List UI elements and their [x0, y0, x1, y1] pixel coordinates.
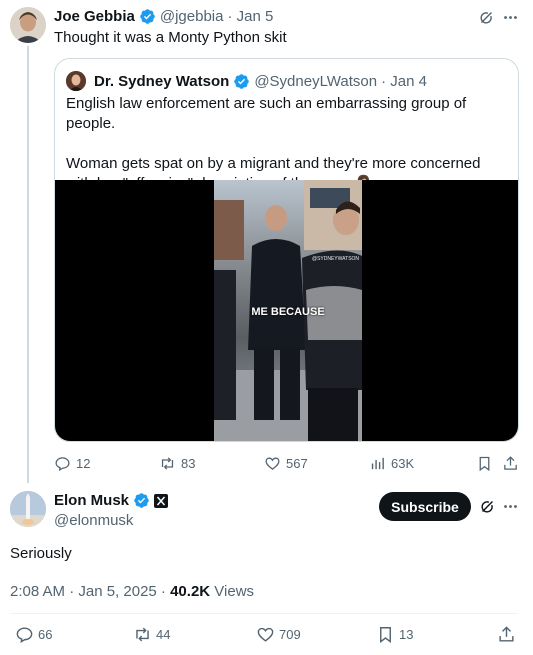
views-label: Views: [214, 583, 255, 600]
joe-tweet-text: Thought it was a Monty Python skit: [54, 29, 287, 46]
x-affiliate-icon[interactable]: [154, 493, 169, 508]
repost-button[interactable]: 83: [159, 455, 195, 472]
repost-button[interactable]: 44: [133, 625, 170, 644]
subscribe-button[interactable]: Subscribe: [379, 492, 471, 521]
quote-paragraph: English law enforcement are such an emba…: [66, 95, 467, 132]
quote-header: Dr. Sydney Watson @SydneyLWatson · Jan 4: [66, 71, 427, 91]
quoted-tweet-card[interactable]: Dr. Sydney Watson @SydneyLWatson · Jan 4…: [54, 58, 519, 442]
grok-icon[interactable]: [479, 498, 496, 515]
elon-name-row: Elon Musk: [54, 492, 169, 509]
views-icon: [369, 455, 386, 472]
quote-date: · Jan 4: [381, 72, 427, 90]
tweet-timestamp[interactable]: 2:08 AM · Jan 5, 2025 ·: [10, 583, 170, 600]
repost-icon: [159, 455, 176, 472]
joe-gebbia-avatar[interactable]: [10, 7, 46, 43]
share-icon[interactable]: [502, 455, 519, 472]
bookmark-count: 13: [399, 627, 414, 642]
repost-count: 83: [181, 456, 196, 471]
view-count: 40.2K: [170, 583, 211, 600]
video-caption: ME BECAUSE: [251, 306, 325, 318]
joe-tweet-header: Joe Gebbia @jgebbia · Jan 5: [54, 8, 273, 25]
author-name[interactable]: Elon Musk: [54, 492, 129, 509]
grok-icon[interactable]: [478, 9, 495, 26]
author-handle[interactable]: @jgebbia: [160, 8, 224, 25]
bookmark-button[interactable]: 13: [376, 625, 413, 644]
like-button[interactable]: 709: [256, 625, 301, 644]
avatar-face-illustration: [10, 7, 46, 43]
main-tweet-text: Seriously: [10, 545, 72, 562]
bookmark-icon: [376, 625, 395, 644]
like-count: 709: [279, 627, 301, 642]
quote-author-name: Dr. Sydney Watson: [94, 72, 230, 90]
like-count: 567: [286, 456, 308, 471]
author-name[interactable]: Joe Gebbia: [54, 8, 135, 25]
views-button[interactable]: 63K: [369, 455, 414, 472]
divider: [10, 613, 518, 614]
tweet-date[interactable]: · Jan 5: [227, 8, 273, 25]
reply-count: 66: [38, 627, 53, 642]
verified-badge-icon: [133, 492, 150, 509]
verified-badge-icon: [233, 73, 250, 90]
quote-author-handle: @SydneyLWatson: [254, 72, 378, 90]
reply-icon: [15, 625, 34, 644]
author-handle[interactable]: @elonmusk: [54, 512, 133, 529]
repost-count: 44: [156, 627, 171, 642]
views-count: 63K: [391, 456, 415, 471]
like-button[interactable]: 567: [264, 455, 308, 472]
verified-badge-icon: [139, 8, 156, 25]
like-icon: [264, 455, 281, 472]
sydney-watson-avatar: [66, 71, 86, 91]
video-watermark: @SYDNEYWATSON: [312, 256, 360, 262]
repost-icon: [133, 625, 152, 644]
elon-musk-avatar[interactable]: [10, 491, 46, 527]
like-icon: [256, 625, 275, 644]
reply-count: 12: [76, 456, 91, 471]
reply-button[interactable]: 66: [15, 625, 52, 644]
more-icon[interactable]: [502, 498, 519, 515]
avatar-rocket-illustration: [10, 491, 46, 527]
thread-connector-line: [27, 46, 29, 483]
reply-icon: [54, 455, 71, 472]
more-icon[interactable]: [502, 9, 519, 26]
video-player[interactable]: @SYDNEYWATSON ME BECAUSE: [55, 180, 518, 441]
tweet-meta: 2:08 AM · Jan 5, 2025 · 40.2K Views: [10, 583, 254, 600]
reply-button[interactable]: 12: [54, 455, 90, 472]
video-frame: @SYDNEYWATSON ME BECAUSE: [214, 180, 362, 441]
share-icon[interactable]: [497, 625, 516, 644]
bookmark-icon[interactable]: [476, 455, 493, 472]
